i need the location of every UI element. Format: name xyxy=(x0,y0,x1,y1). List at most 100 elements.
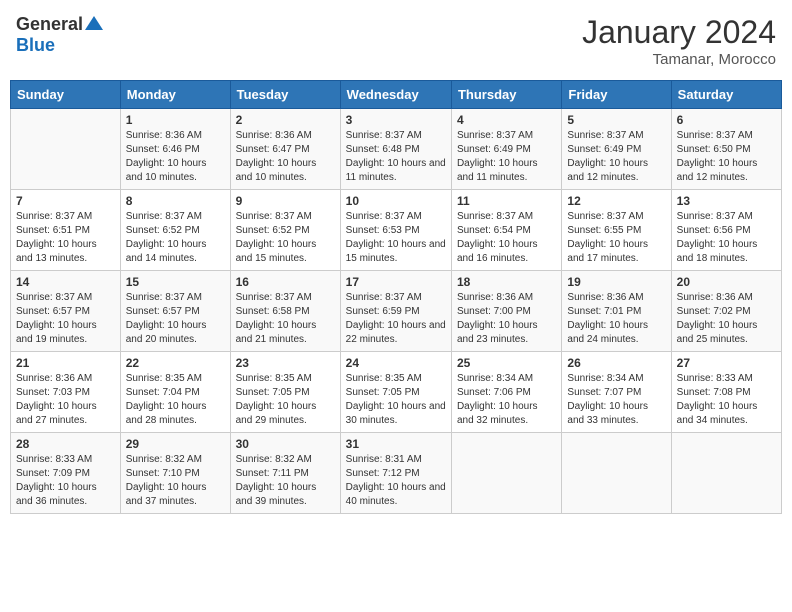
day-info: Sunrise: 8:37 AM Sunset: 6:58 PM Dayligh… xyxy=(236,291,335,347)
day-info: Sunrise: 8:36 AM Sunset: 7:00 PM Dayligh… xyxy=(457,291,556,347)
week-row-3: 14 Sunrise: 8:37 AM Sunset: 6:57 PM Dayli… xyxy=(11,271,782,352)
day-info: Sunrise: 8:31 AM Sunset: 7:12 PM Dayligh… xyxy=(346,453,446,509)
day-info: Sunrise: 8:35 AM Sunset: 7:05 PM Dayligh… xyxy=(346,372,446,428)
day-info: Sunrise: 8:34 AM Sunset: 7:06 PM Dayligh… xyxy=(457,372,556,428)
day-number: 14 xyxy=(16,275,115,289)
day-number: 25 xyxy=(457,356,556,370)
day-info: Sunrise: 8:36 AM Sunset: 7:01 PM Dayligh… xyxy=(567,291,665,347)
header-day-saturday: Saturday xyxy=(671,81,781,109)
day-info: Sunrise: 8:37 AM Sunset: 6:55 PM Dayligh… xyxy=(567,210,665,266)
calendar-table: SundayMondayTuesdayWednesdayThursdayFrid… xyxy=(10,80,782,514)
logo-blue-text: Blue xyxy=(16,35,55,56)
day-number: 12 xyxy=(567,194,665,208)
day-number: 4 xyxy=(457,113,556,127)
calendar-cell: 10 Sunrise: 8:37 AM Sunset: 6:53 PM Dayli… xyxy=(340,190,451,271)
calendar-cell: 11 Sunrise: 8:37 AM Sunset: 6:54 PM Dayli… xyxy=(451,190,561,271)
calendar-cell: 31 Sunrise: 8:31 AM Sunset: 7:12 PM Dayli… xyxy=(340,433,451,514)
calendar-cell: 1Sunrise: 8:36 AM Sunset: 6:46 PM Daylig… xyxy=(120,109,230,190)
day-number: 31 xyxy=(346,437,446,451)
day-info: Sunrise: 8:37 AM Sunset: 6:49 PM Dayligh… xyxy=(457,129,556,185)
day-number: 17 xyxy=(346,275,446,289)
calendar-cell: 6Sunrise: 8:37 AM Sunset: 6:50 PM Daylig… xyxy=(671,109,781,190)
day-info: Sunrise: 8:33 AM Sunset: 7:08 PM Dayligh… xyxy=(677,372,776,428)
calendar-cell: 17Sunrise: 8:37 AM Sunset: 6:59 PM Dayli… xyxy=(340,271,451,352)
day-info: Sunrise: 8:36 AM Sunset: 7:03 PM Dayligh… xyxy=(16,372,115,428)
calendar-cell: 5 Sunrise: 8:37 AM Sunset: 6:49 PM Daylig… xyxy=(562,109,671,190)
week-row-1: 1Sunrise: 8:36 AM Sunset: 6:46 PM Daylig… xyxy=(11,109,782,190)
day-number: 26 xyxy=(567,356,665,370)
day-number: 20 xyxy=(677,275,776,289)
calendar-cell: 14 Sunrise: 8:37 AM Sunset: 6:57 PM Dayli… xyxy=(11,271,121,352)
header-day-thursday: Thursday xyxy=(451,81,561,109)
day-number: 22 xyxy=(126,356,225,370)
day-number: 29 xyxy=(126,437,225,451)
day-info: Sunrise: 8:37 AM Sunset: 6:52 PM Dayligh… xyxy=(126,210,225,266)
day-number: 21 xyxy=(16,356,115,370)
header: General Blue January 2024 Tamanar, Moroc… xyxy=(10,10,782,72)
calendar-header-row: SundayMondayTuesdayWednesdayThursdayFrid… xyxy=(11,81,782,109)
day-info: Sunrise: 8:37 AM Sunset: 6:49 PM Dayligh… xyxy=(567,129,665,185)
calendar-cell xyxy=(562,433,671,514)
day-info: Sunrise: 8:37 AM Sunset: 6:48 PM Dayligh… xyxy=(346,129,446,185)
day-info: Sunrise: 8:36 AM Sunset: 6:47 PM Dayligh… xyxy=(236,129,335,185)
day-number: 18 xyxy=(457,275,556,289)
calendar-cell: 3 Sunrise: 8:37 AM Sunset: 6:48 PM Daylig… xyxy=(340,109,451,190)
header-day-sunday: Sunday xyxy=(11,81,121,109)
header-day-monday: Monday xyxy=(120,81,230,109)
calendar-cell: 8 Sunrise: 8:37 AM Sunset: 6:52 PM Daylig… xyxy=(120,190,230,271)
day-info: Sunrise: 8:37 AM Sunset: 6:51 PM Dayligh… xyxy=(16,210,115,266)
day-info: Sunrise: 8:33 AM Sunset: 7:09 PM Dayligh… xyxy=(16,453,115,509)
day-number: 8 xyxy=(126,194,225,208)
day-number: 13 xyxy=(677,194,776,208)
calendar-subtitle: Tamanar, Morocco xyxy=(582,51,776,68)
day-info: Sunrise: 8:37 AM Sunset: 6:54 PM Dayligh… xyxy=(457,210,556,266)
week-row-4: 21 Sunrise: 8:36 AM Sunset: 7:03 PM Dayli… xyxy=(11,352,782,433)
calendar-cell: 13 Sunrise: 8:37 AM Sunset: 6:56 PM Dayli… xyxy=(671,190,781,271)
day-info: Sunrise: 8:35 AM Sunset: 7:05 PM Dayligh… xyxy=(236,372,335,428)
day-number: 6 xyxy=(677,113,776,127)
header-day-friday: Friday xyxy=(562,81,671,109)
day-number: 3 xyxy=(346,113,446,127)
day-info: Sunrise: 8:32 AM Sunset: 7:10 PM Dayligh… xyxy=(126,453,225,509)
day-number: 5 xyxy=(567,113,665,127)
calendar-cell: 23 Sunrise: 8:35 AM Sunset: 7:05 PM Dayli… xyxy=(230,352,340,433)
day-number: 15 xyxy=(126,275,225,289)
day-number: 27 xyxy=(677,356,776,370)
calendar-cell: 16 Sunrise: 8:37 AM Sunset: 6:58 PM Dayli… xyxy=(230,271,340,352)
day-info: Sunrise: 8:36 AM Sunset: 7:02 PM Dayligh… xyxy=(677,291,776,347)
calendar-cell: 22 Sunrise: 8:35 AM Sunset: 7:04 PM Dayli… xyxy=(120,352,230,433)
logo-general-text: General xyxy=(16,14,83,35)
calendar-cell xyxy=(451,433,561,514)
calendar-cell: 29 Sunrise: 8:32 AM Sunset: 7:10 PM Dayli… xyxy=(120,433,230,514)
day-info: Sunrise: 8:37 AM Sunset: 6:57 PM Dayligh… xyxy=(16,291,115,347)
day-number: 2 xyxy=(236,113,335,127)
header-day-wednesday: Wednesday xyxy=(340,81,451,109)
calendar-cell: 21 Sunrise: 8:36 AM Sunset: 7:03 PM Dayli… xyxy=(11,352,121,433)
day-info: Sunrise: 8:37 AM Sunset: 6:56 PM Dayligh… xyxy=(677,210,776,266)
week-row-2: 7Sunrise: 8:37 AM Sunset: 6:51 PM Daylig… xyxy=(11,190,782,271)
calendar-cell: 15 Sunrise: 8:37 AM Sunset: 6:57 PM Dayli… xyxy=(120,271,230,352)
day-info: Sunrise: 8:32 AM Sunset: 7:11 PM Dayligh… xyxy=(236,453,335,509)
day-number: 30 xyxy=(236,437,335,451)
calendar-cell: 7Sunrise: 8:37 AM Sunset: 6:51 PM Daylig… xyxy=(11,190,121,271)
calendar-cell: 26Sunrise: 8:34 AM Sunset: 7:07 PM Dayli… xyxy=(562,352,671,433)
day-number: 11 xyxy=(457,194,556,208)
day-info: Sunrise: 8:37 AM Sunset: 6:57 PM Dayligh… xyxy=(126,291,225,347)
logo-triangle-icon xyxy=(85,14,103,32)
day-info: Sunrise: 8:35 AM Sunset: 7:04 PM Dayligh… xyxy=(126,372,225,428)
calendar-cell: 28Sunrise: 8:33 AM Sunset: 7:09 PM Dayli… xyxy=(11,433,121,514)
calendar-cell: 30 Sunrise: 8:32 AM Sunset: 7:11 PM Dayli… xyxy=(230,433,340,514)
logo: General Blue xyxy=(16,14,103,56)
day-number: 10 xyxy=(346,194,446,208)
calendar-cell: 24Sunrise: 8:35 AM Sunset: 7:05 PM Dayli… xyxy=(340,352,451,433)
day-number: 16 xyxy=(236,275,335,289)
day-info: Sunrise: 8:36 AM Sunset: 6:46 PM Dayligh… xyxy=(126,129,225,185)
day-info: Sunrise: 8:37 AM Sunset: 6:53 PM Dayligh… xyxy=(346,210,446,266)
calendar-cell xyxy=(671,433,781,514)
day-number: 9 xyxy=(236,194,335,208)
calendar-cell: 25 Sunrise: 8:34 AM Sunset: 7:06 PM Dayli… xyxy=(451,352,561,433)
calendar-cell: 4 Sunrise: 8:37 AM Sunset: 6:49 PM Daylig… xyxy=(451,109,561,190)
day-number: 19 xyxy=(567,275,665,289)
calendar-cell: 12 Sunrise: 8:37 AM Sunset: 6:55 PM Dayli… xyxy=(562,190,671,271)
day-number: 23 xyxy=(236,356,335,370)
